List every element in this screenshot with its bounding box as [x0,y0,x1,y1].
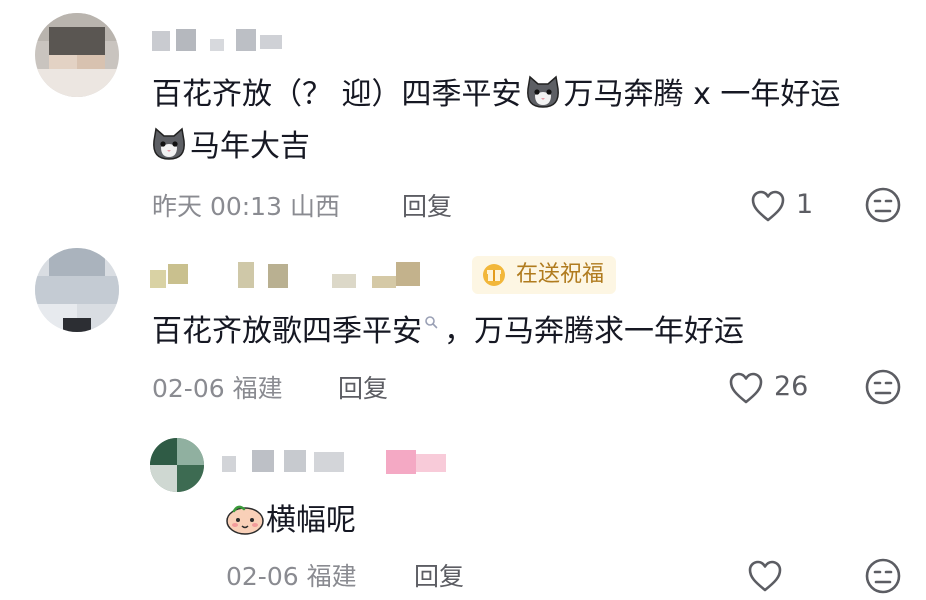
avatar[interactable] [150,438,204,492]
like-button[interactable]: 26 [728,369,828,405]
reply-button[interactable]: 回复 [402,187,452,223]
heart-icon[interactable] [747,559,783,593]
avatar[interactable] [35,13,119,97]
badge-label: 在送祝福 [516,262,605,287]
like-button[interactable]: 1 [750,187,820,223]
blessing-badge[interactable]: 在送祝福 [472,256,617,294]
gift-icon [483,264,505,286]
blush-face-emoji-icon [226,505,264,535]
cat-emoji-icon [153,127,185,160]
comment-text: 百花齐放歌四季平安 ，万马奔腾求一年好运 [152,312,744,352]
comment-text-part: 马年大吉 [190,129,310,164]
dislike-face-icon[interactable] [864,368,902,406]
heart-icon [729,372,763,404]
comment-meta: 昨天 00:13 山西 [152,192,340,221]
comment-text-part: 万马奔腾 x 一年好运 [563,77,841,112]
search-icon[interactable] [424,315,438,329]
username-blurred[interactable] [222,448,362,474]
reply-button[interactable]: 回复 [414,557,464,593]
username-blurred[interactable] [150,262,425,290]
like-count: 26 [774,371,809,402]
reply-text: 横幅呢 [224,500,356,541]
heart-icon [751,190,785,222]
comment-text: 百花齐放（？ 迎）四季平安 万马奔腾 x 一年好运 [152,75,840,115]
comment-text-part: ，万马奔腾求一年好运 [444,314,744,349]
cat-emoji-icon [526,75,559,108]
dislike-face-icon[interactable] [864,557,902,595]
comment-text-part: 百花齐放（？ 迎）四季平安 [152,77,522,112]
comment-text-line2: 马年大吉 [148,127,310,167]
reply-button[interactable]: 回复 [338,369,388,405]
comment-meta: 02-06 福建 [152,374,283,403]
user-tag-blurred [386,450,446,474]
reply-text-part: 横幅呢 [266,503,356,538]
like-count: 1 [796,189,814,220]
reply-meta: 02-06 福建 [226,562,357,591]
dislike-face-icon[interactable] [864,186,902,224]
avatar[interactable] [35,248,119,332]
username-blurred[interactable] [152,27,282,53]
comment-text-part: 百花齐放歌四季平安 [152,314,422,349]
